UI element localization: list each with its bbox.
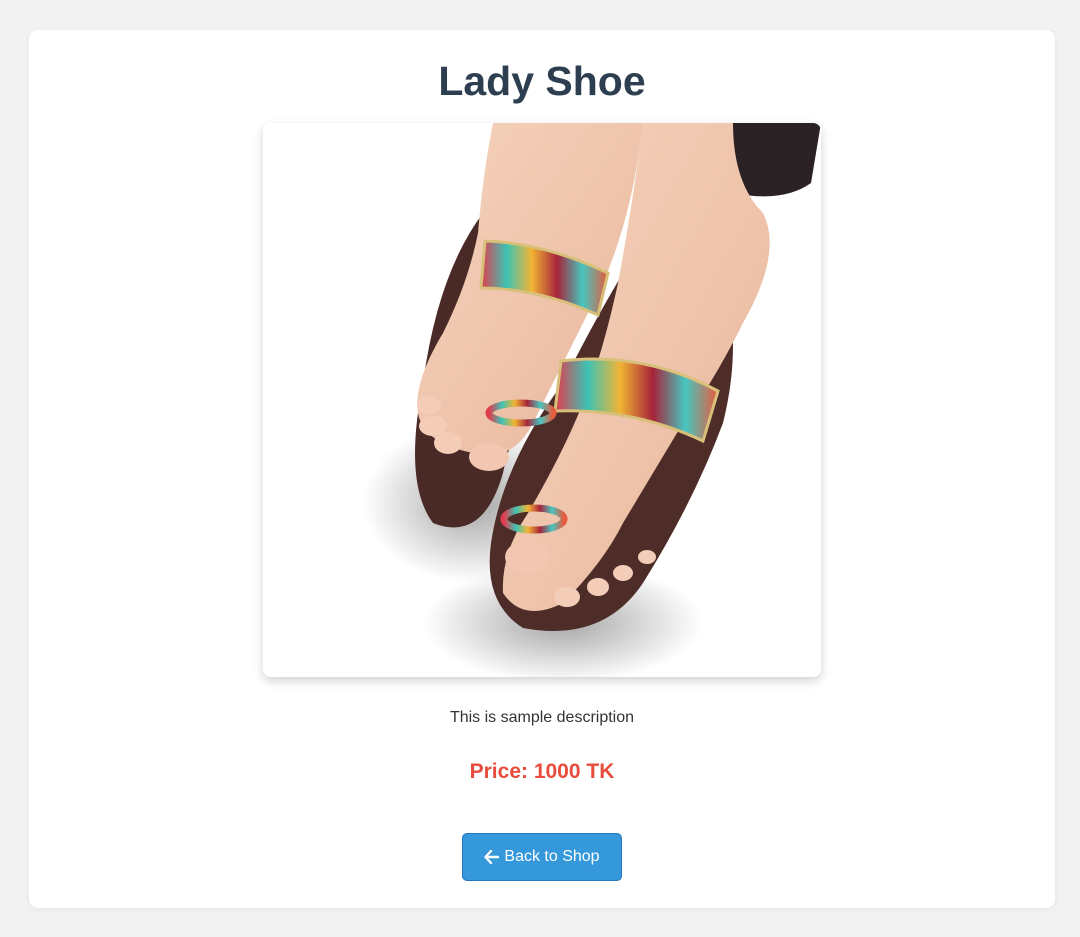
back-to-shop-label: Back to Shop — [504, 848, 600, 865]
product-price: Price: 1000 TK — [469, 760, 615, 783]
product-title: Lady Shoe — [438, 58, 646, 104]
product-description: This is sample description — [449, 709, 635, 726]
arrow-left-icon — [484, 850, 500, 864]
back-to-shop-button[interactable]: Back to Shop — [462, 833, 622, 881]
product-image — [263, 123, 821, 677]
product-card: Lady Shoe This is sample description Pri… — [29, 30, 1055, 908]
sandal-illustration — [263, 123, 821, 677]
